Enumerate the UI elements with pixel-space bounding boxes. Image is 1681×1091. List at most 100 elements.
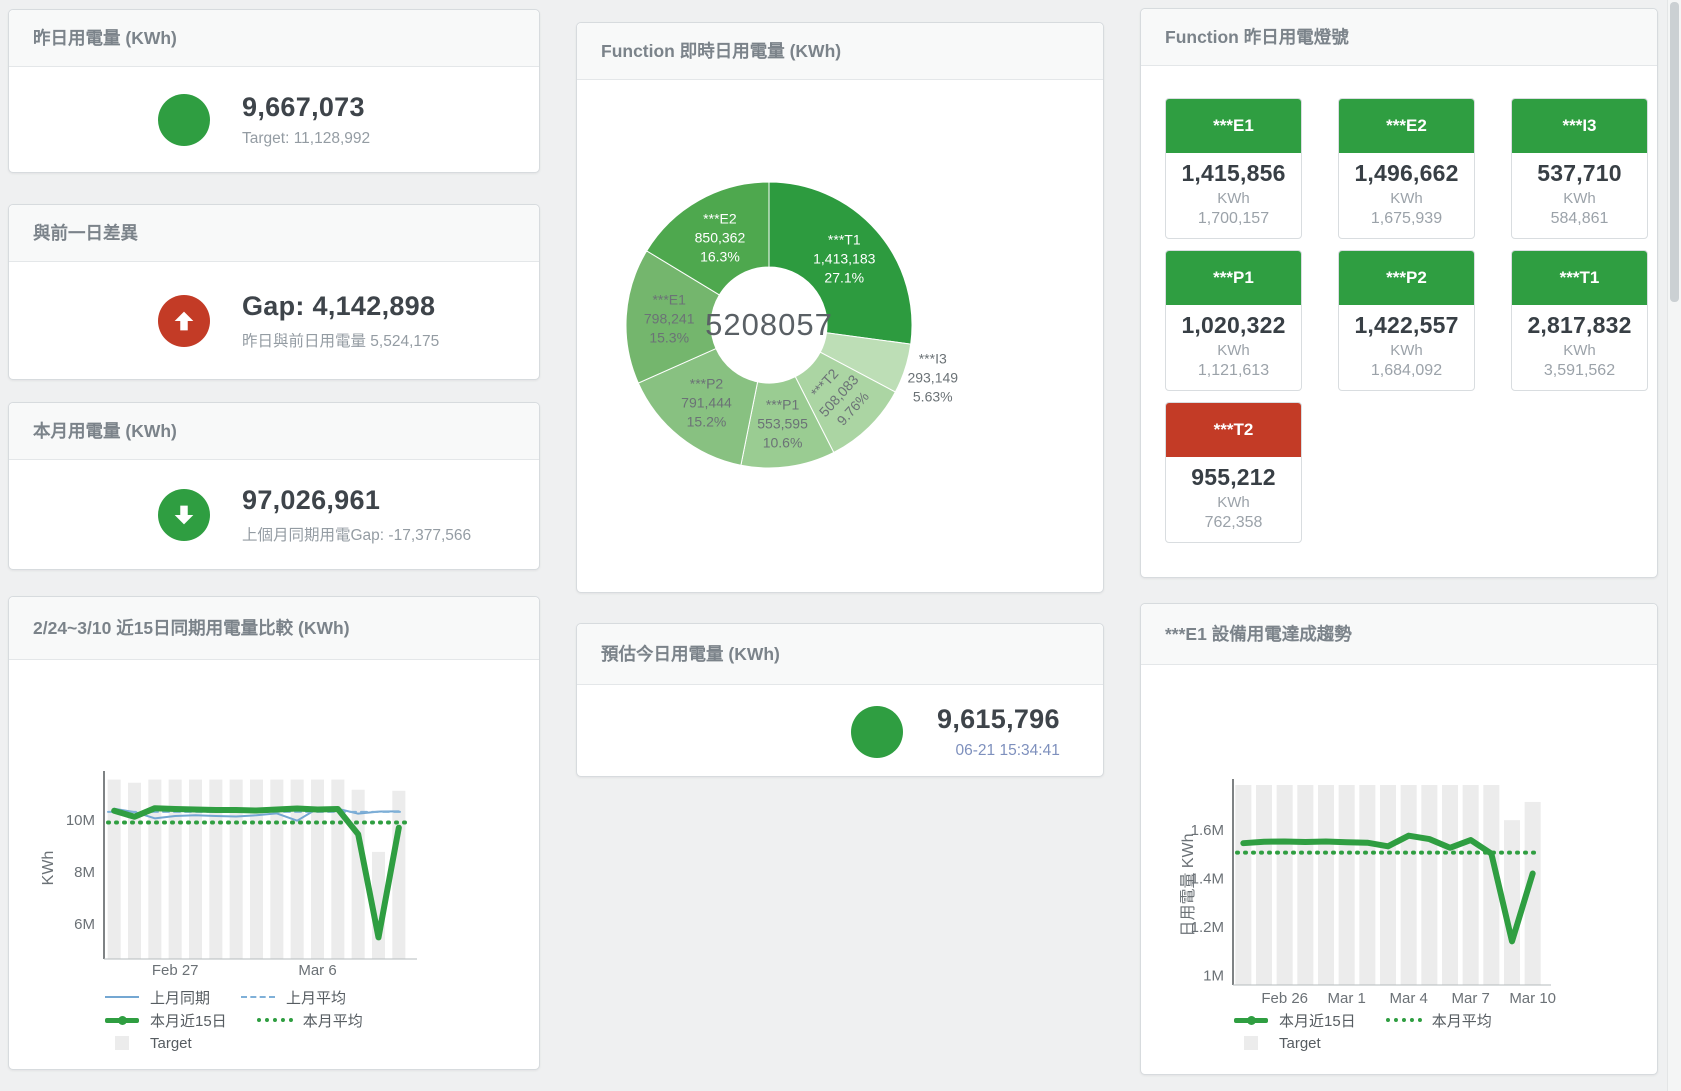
light-tile-unit: KWh (1339, 342, 1474, 359)
light-tile-header: ***P2 (1339, 251, 1474, 305)
green-status-circle-icon (158, 94, 210, 146)
light-tile-unit: KWh (1339, 190, 1474, 207)
estimate-today-value: 9,615,796 (937, 704, 1060, 735)
legend-swatch-dot-green-icon (257, 1018, 293, 1022)
light-tile-***P2: ***P2 1,422,557 KWh 1,684,092 (1338, 250, 1475, 391)
light-tile-value: 1,415,856 (1166, 160, 1301, 187)
card-realtime-donut: Function 即時日用電量 (KWh) ***T11,413,18327.1… (576, 22, 1104, 593)
light-tile-***I3: ***I3 537,710 KWh 584,861 (1511, 98, 1648, 239)
light-tile-body: 955,212 KWh 762,358 (1166, 457, 1301, 532)
light-tile-target: 584,861 (1512, 210, 1647, 228)
scrollbar-thumb[interactable] (1670, 2, 1679, 302)
light-tile-target: 1,684,092 (1339, 362, 1474, 380)
day-gap-subtitle: 昨日與前日用電量 5,524,175 (242, 329, 439, 351)
light-tile-target: 1,675,939 (1339, 210, 1474, 228)
legend-label: 上月同期 (150, 987, 210, 1008)
estimate-today-timestamp: 06-21 15:34:41 (956, 742, 1060, 760)
light-tile-value: 2,817,832 (1512, 312, 1647, 339)
svg-text:1M: 1M (1203, 967, 1224, 984)
light-tile-header: ***I3 (1512, 99, 1647, 153)
light-tile-header: ***P1 (1166, 251, 1301, 305)
light-tile-target: 3,591,562 (1512, 362, 1647, 380)
legend-item-本月近15日[interactable]: 本月近15日 (1233, 1010, 1356, 1031)
legend-label: 上月平均 (286, 987, 346, 1008)
light-tile-body: 1,422,557 KWh 1,684,092 (1339, 305, 1474, 380)
vertical-scrollbar[interactable] (1667, 0, 1681, 1091)
light-tile-target: 1,121,613 (1166, 362, 1301, 380)
svg-text:日用電量 KWh: 日用電量 KWh (1180, 833, 1197, 936)
svg-text:10M: 10M (66, 812, 95, 829)
legend-label: 本月平均 (1432, 1010, 1492, 1031)
light-tile-unit: KWh (1166, 494, 1301, 511)
svg-text:Mar 7: Mar 7 (1451, 990, 1489, 1007)
month-usage-value: 97,026,961 (242, 485, 471, 516)
light-tile-unit: KWh (1512, 342, 1647, 359)
card-yesterday-usage-body: 9,667,073 Target: 11,128,992 (9, 67, 539, 173)
svg-text:Feb 26: Feb 26 (1261, 990, 1308, 1007)
light-tile-body: 1,020,322 KWh 1,121,613 (1166, 305, 1301, 380)
legend-item-上月同期[interactable]: 上月同期 (104, 987, 210, 1008)
legend-item-Target[interactable]: Target (104, 1035, 192, 1052)
legend-item-本月平均[interactable]: 本月平均 (257, 1010, 363, 1031)
legend-label: 本月近15日 (1279, 1010, 1356, 1031)
svg-text:KWh: KWh (40, 851, 57, 886)
legend-swatch-square-gray-icon (1233, 1036, 1269, 1050)
light-tile-header: ***E2 (1339, 99, 1474, 153)
light-tile-***T1: ***T1 2,817,832 KWh 3,591,562 (1511, 250, 1648, 391)
card-month-usage-body: 97,026,961 上個月同期用電Gap: -17,377,566 (9, 460, 539, 570)
compare-chart-legend: 上月同期 上月平均本月近15日 本月平均 Target (104, 986, 393, 1055)
card-lights: Function 昨日用電燈號 ***E11,415,856KWh1,700,1… (1140, 8, 1658, 578)
light-tile-value: 537,710 (1512, 160, 1647, 187)
legend-item-Target[interactable]: Target (1233, 1035, 1321, 1052)
card-e1-trend: ***E1 設備用電達成趨勢 1M1.2M1.4M1.6MFeb 26Mar 1… (1140, 603, 1658, 1075)
card-day-gap-title: 與前一日差異 (9, 205, 539, 262)
card-day-gap-body: Gap: 4,142,898 昨日與前日用電量 5,524,175 (9, 262, 539, 380)
lights-grid: ***E11,415,856KWh1,700,157***E21,496,662… (1165, 98, 1657, 543)
card-realtime-donut-title: Function 即時日用電量 (KWh) (577, 23, 1103, 80)
donut-center-total: 5208057 (705, 307, 833, 343)
green-status-circle-icon (851, 706, 903, 758)
card-yesterday-usage: 昨日用電量 (KWh) 9,667,073 Target: 11,128,992 (8, 9, 540, 173)
light-tile-target: 762,358 (1166, 514, 1301, 532)
card-month-usage-title: 本月用電量 (KWh) (9, 403, 539, 460)
svg-text:8M: 8M (74, 864, 95, 881)
legend-item-本月近15日[interactable]: 本月近15日 (104, 1010, 227, 1031)
card-lights-title: Function 昨日用電燈號 (1141, 9, 1657, 66)
light-tile-value: 1,496,662 (1339, 160, 1474, 187)
light-tile-unit: KWh (1512, 190, 1647, 207)
legend-label: Target (150, 1035, 192, 1052)
legend-swatch-dot-green-icon (1386, 1018, 1422, 1022)
arrow-up-circle-icon (158, 295, 210, 347)
card-day-gap: 與前一日差異 Gap: 4,142,898 昨日與前日用電量 5,524,175 (8, 204, 540, 380)
realtime-donut-chart[interactable]: ***T11,413,18327.1%***I3293,1495.63%***T… (577, 80, 1103, 593)
e1-trend-legend: 本月近15日 本月平均 Target (1233, 1009, 1522, 1055)
light-tile-header: ***T1 (1512, 251, 1647, 305)
card-estimate-today-title: 預估今日用電量 (KWh) (577, 624, 1103, 685)
legend-item-本月平均[interactable]: 本月平均 (1386, 1010, 1492, 1031)
card-compare-chart: 2/24~3/10 近15日同期用電量比較 (KWh) 6M8M10MFeb 2… (8, 596, 540, 1070)
yesterday-usage-value: 9,667,073 (242, 92, 370, 123)
light-tile-value: 1,020,322 (1166, 312, 1301, 339)
card-yesterday-usage-title: 昨日用電量 (KWh) (9, 10, 539, 67)
month-usage-gap: 上個月同期用電Gap: -17,377,566 (242, 523, 471, 545)
light-tile-unit: KWh (1166, 190, 1301, 207)
card-estimate-today: 預估今日用電量 (KWh) 9,615,796 06-21 15:34:41 (576, 623, 1104, 777)
light-tile-***P1: ***P1 1,020,322 KWh 1,121,613 (1165, 250, 1302, 391)
light-tile-target: 1,700,157 (1166, 210, 1301, 228)
legend-swatch-dash-blue-icon (240, 996, 276, 998)
light-tile-value: 955,212 (1166, 464, 1301, 491)
card-e1-trend-title: ***E1 設備用電達成趨勢 (1141, 604, 1657, 665)
legend-swatch-line-blue-icon (104, 996, 140, 998)
svg-text:Mar 4: Mar 4 (1389, 990, 1427, 1007)
light-tile-***T2: ***T2955,212KWh762,358 (1165, 402, 1302, 543)
light-tile-value: 1,422,557 (1339, 312, 1474, 339)
legend-label: 本月近15日 (150, 1010, 227, 1031)
yesterday-usage-target: Target: 11,128,992 (242, 130, 370, 148)
light-tile-unit: KWh (1166, 342, 1301, 359)
legend-item-上月平均[interactable]: 上月平均 (240, 987, 346, 1008)
card-month-usage: 本月用電量 (KWh) 97,026,961 上個月同期用電Gap: -17,3… (8, 402, 540, 570)
legend-label: Target (1279, 1035, 1321, 1052)
card-estimate-today-body: 9,615,796 06-21 15:34:41 (577, 685, 1103, 777)
arrow-down-circle-icon (158, 489, 210, 541)
light-tile-body: 1,496,662 KWh 1,675,939 (1339, 153, 1474, 228)
